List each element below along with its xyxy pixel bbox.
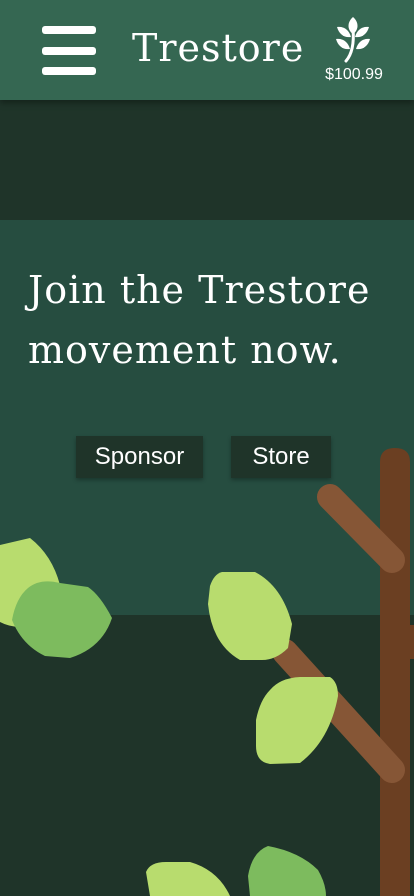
tree-branch-icon <box>272 639 405 783</box>
balance-button[interactable]: $100.99 <box>318 10 390 90</box>
app-screen: Trestore $100.99 Join the Trestore movem… <box>0 0 414 896</box>
banner-strip <box>0 100 414 220</box>
store-button[interactable]: Store <box>231 436 331 478</box>
sponsor-button[interactable]: Sponsor <box>76 436 203 478</box>
leaf-icon <box>256 677 338 764</box>
hamburger-menu-icon-bar <box>42 47 96 55</box>
balance-amount: $100.99 <box>325 66 383 83</box>
hamburger-menu-icon <box>42 26 96 34</box>
menu-button[interactable] <box>42 26 96 76</box>
app-title[interactable]: Trestore <box>132 26 304 72</box>
hero-heading: Join the Trestore movement now. <box>28 260 408 380</box>
top-app-bar: Trestore $100.99 <box>0 0 414 100</box>
sprout-icon <box>336 17 370 63</box>
leaf-icon <box>248 846 326 896</box>
hero-heading-line-2: movement now. <box>28 328 342 372</box>
tree-branch-stub <box>406 625 414 659</box>
leaf-icon <box>146 862 230 896</box>
hamburger-menu-icon-bar <box>42 67 96 75</box>
hero-heading-line-1: Join the Trestore <box>28 268 371 312</box>
hero-section: Join the Trestore movement now. Sponsor … <box>0 220 414 615</box>
